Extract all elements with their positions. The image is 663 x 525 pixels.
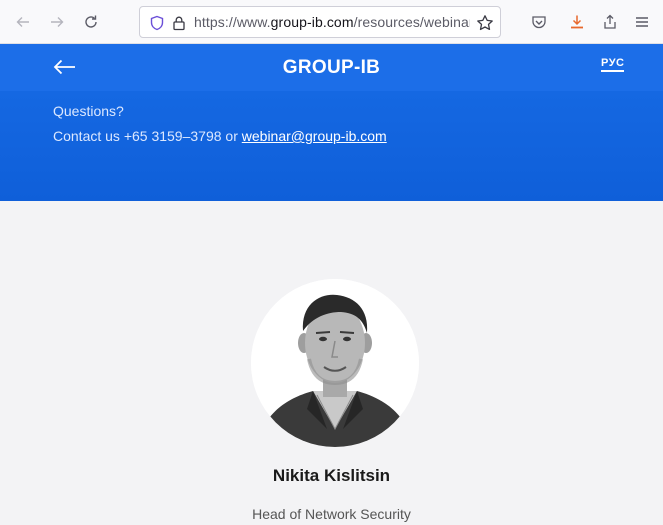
url-text[interactable]: https://www.group-ib.com/resources/webin… (194, 14, 470, 32)
address-bar[interactable]: https://www.group-ib.com/resources/webin… (139, 6, 501, 38)
share-icon[interactable] (599, 11, 621, 33)
site-header: GROUP-IB РУС (0, 44, 663, 91)
forward-icon[interactable] (46, 11, 68, 33)
back-icon[interactable] (12, 11, 34, 33)
lock-icon[interactable] (170, 14, 188, 32)
language-switch[interactable]: РУС (601, 57, 625, 72)
speaker-section: Nikita Kislitsin Head of Network Securit… (0, 201, 663, 525)
questions-label: Questions? (53, 103, 124, 119)
speaker-role: Head of Network Security (252, 506, 411, 522)
shield-icon[interactable] (148, 14, 166, 32)
browser-toolbar: https://www.group-ib.com/resources/webin… (0, 0, 663, 44)
reload-icon[interactable] (80, 11, 102, 33)
contact-phone-text: Contact us +65 3159–3798 or (53, 128, 242, 144)
contact-banner: Questions? Contact us +65 3159–3798 or w… (0, 91, 663, 201)
contact-line: Contact us +65 3159–3798 or webinar@grou… (53, 128, 387, 144)
download-icon[interactable] (566, 11, 588, 33)
pocket-icon[interactable] (528, 11, 550, 33)
bookmark-star-icon[interactable] (476, 14, 494, 32)
speaker-photo (251, 279, 419, 447)
site-logo[interactable]: GROUP-IB (0, 57, 663, 79)
contact-email-link[interactable]: webinar@group-ib.com (242, 128, 387, 144)
menu-icon[interactable] (631, 11, 653, 33)
speaker-name: Nikita Kislitsin (272, 466, 391, 485)
